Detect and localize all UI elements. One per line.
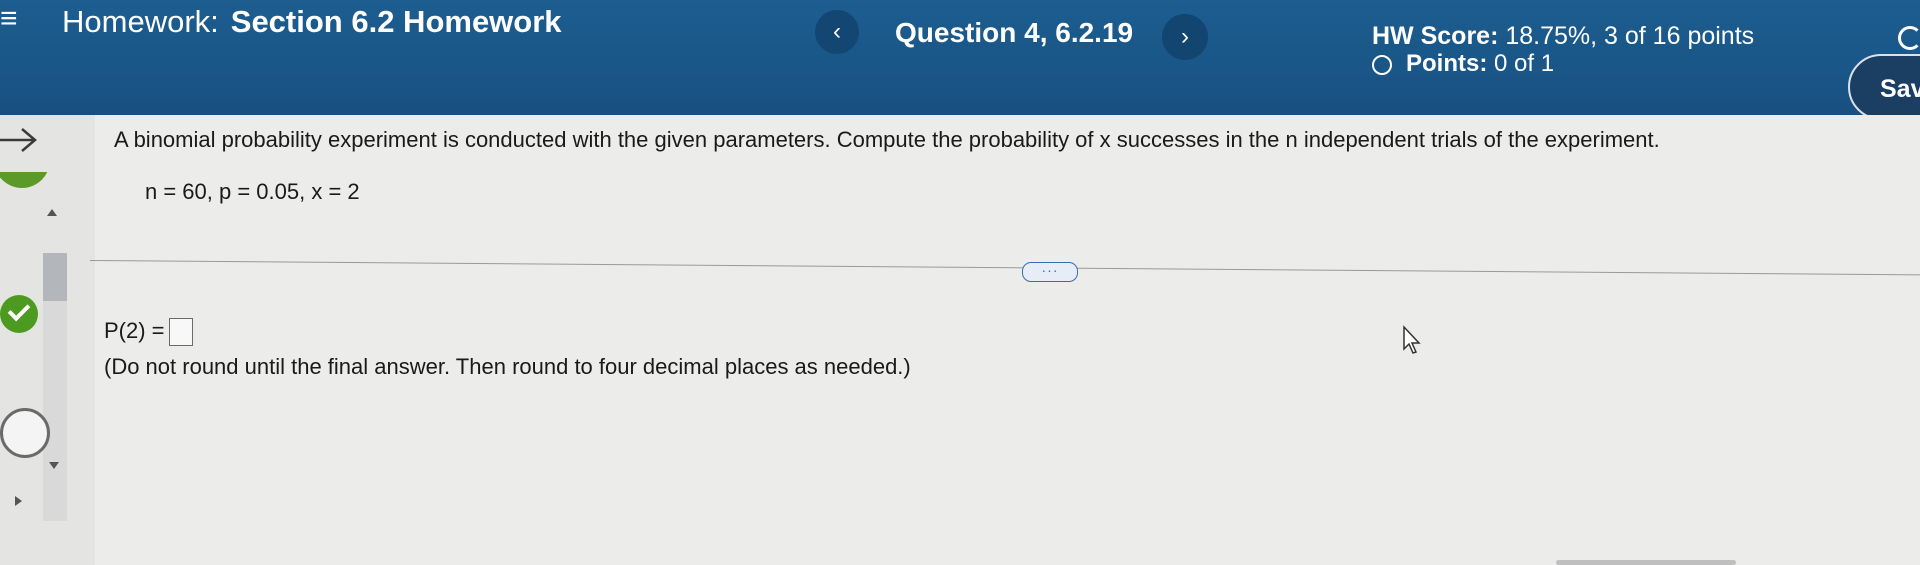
scrollbar-track[interactable] (43, 301, 67, 521)
question-panel (95, 115, 1920, 565)
answer-input[interactable] (168, 318, 193, 347)
homework-title: Homework: Section 6.2 Homework (62, 4, 562, 40)
points-value: 0 of 1 (1494, 50, 1555, 77)
save-button[interactable]: Sav (1848, 54, 1920, 120)
expand-right-icon[interactable] (15, 496, 22, 506)
answer-row: P(2) = (104, 318, 193, 347)
mouse-cursor-icon (1403, 325, 1421, 354)
scrollbar-thumb[interactable] (43, 253, 67, 301)
next-question-button[interactable]: › (1162, 14, 1208, 60)
answer-label: P(2) = (104, 318, 165, 343)
check-circle-icon[interactable] (0, 295, 38, 333)
chevron-left-icon: ‹ (833, 18, 841, 45)
question-title: Question 4, 6.2.19 (895, 17, 1134, 48)
homework-name: Section 6.2 Homework (230, 4, 562, 39)
homework-label: Homework: (62, 4, 219, 39)
question-points: Points: 0 of 1 (1372, 50, 1554, 78)
previous-question-button[interactable]: ‹ (815, 10, 859, 54)
rounding-instructions: (Do not round until the final answer. Th… (104, 354, 911, 379)
progress-indicator (0, 172, 52, 202)
more-button[interactable]: ··· (1022, 262, 1078, 282)
status-circle-icon (1372, 54, 1392, 75)
question-parameters: n = 60, p = 0.05, x = 2 (145, 179, 360, 204)
scroll-up-icon[interactable] (47, 209, 57, 216)
hamburger-icon[interactable]: ≡ (0, 4, 18, 34)
hw-score-value: 18.75%, 3 of 16 points (1505, 22, 1755, 50)
arrow-right-icon[interactable] (0, 125, 40, 155)
scroll-down-icon[interactable] (49, 462, 59, 469)
empty-circle-icon[interactable] (0, 408, 50, 458)
hw-score-label: HW Score: (1372, 22, 1499, 50)
refresh-icon[interactable] (1898, 26, 1920, 50)
chevron-right-icon: › (1181, 23, 1189, 50)
hw-score: HW Score: 18.75%, 3 of 16 points (1372, 22, 1754, 51)
header-bar: ≡ Homework: Section 6.2 Homework ‹ Questi… (0, 0, 1920, 120)
bottom-scrollbar[interactable] (1556, 560, 1736, 565)
points-label: Points: (1406, 50, 1488, 77)
question-prompt: A binomial probability experiment is con… (114, 127, 1660, 152)
